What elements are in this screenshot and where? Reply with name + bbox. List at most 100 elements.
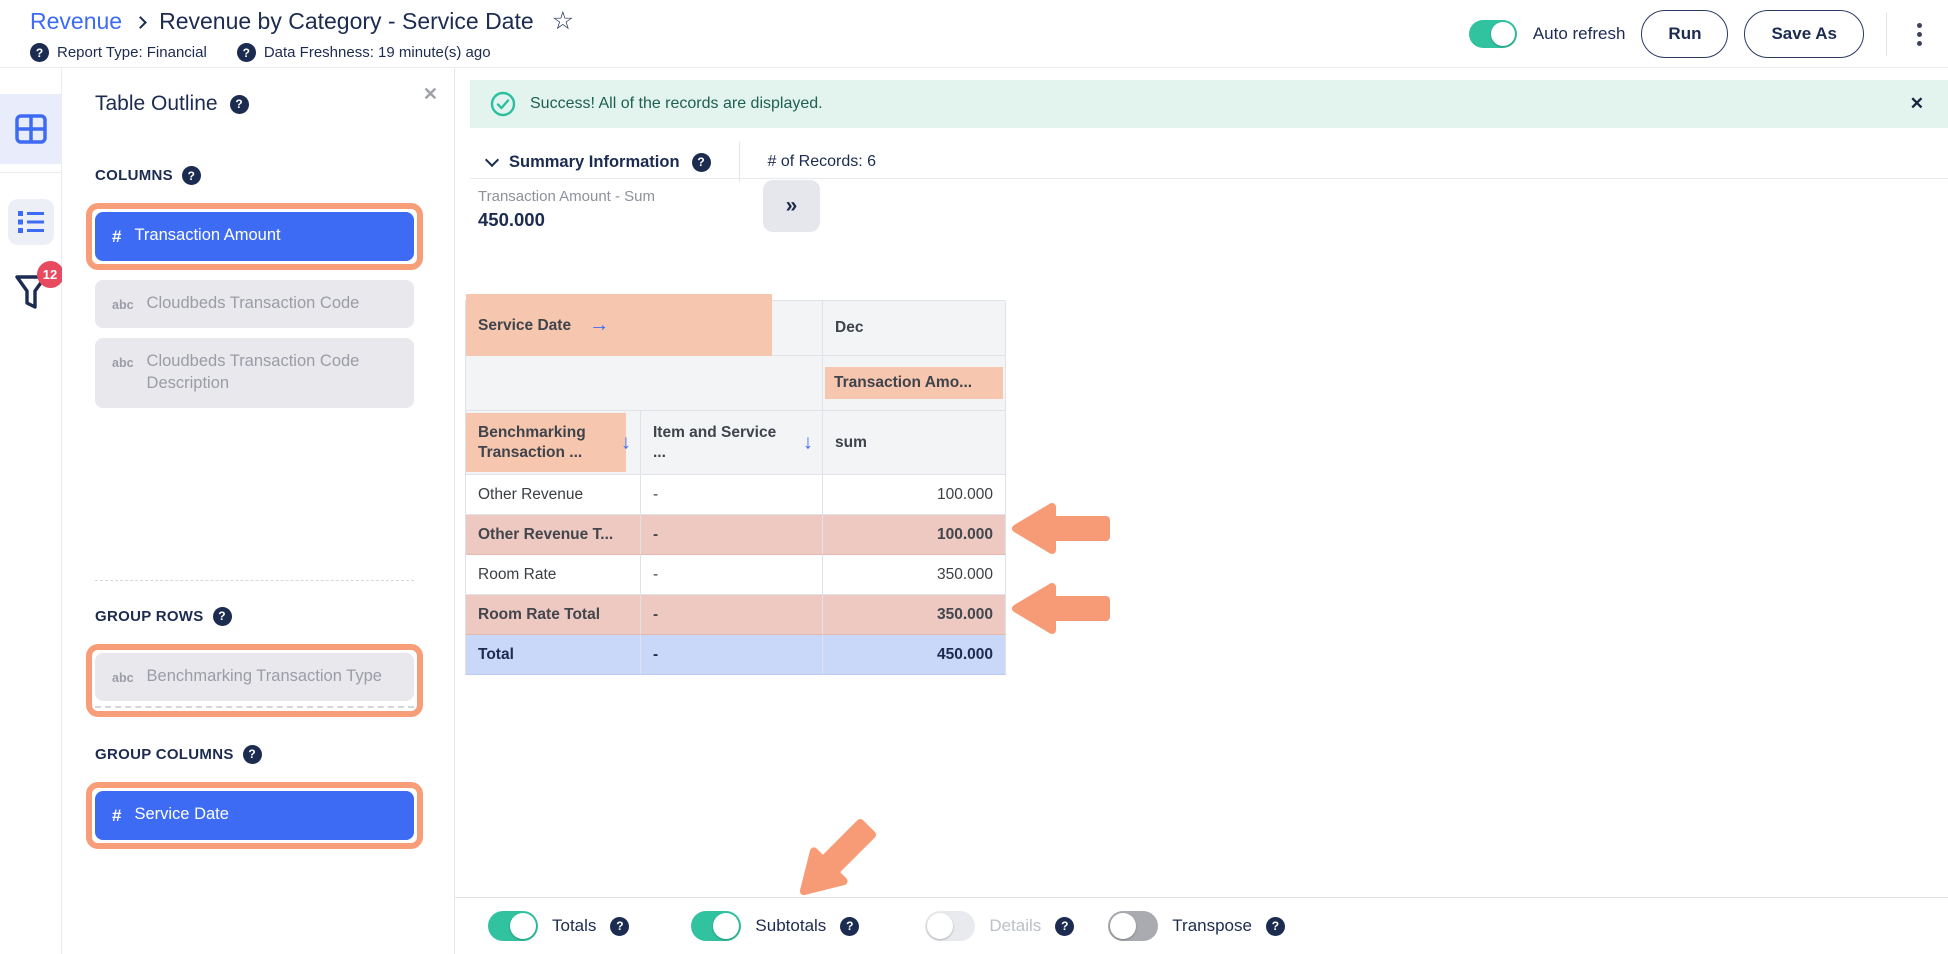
nav-filters-button[interactable]: 12 <box>14 273 48 318</box>
summary-information-title: Summary Information <box>509 153 680 172</box>
report-type-help-icon[interactable] <box>30 43 49 62</box>
data-freshness-label: Data Freshness: 19 minute(s) ago <box>264 44 491 61</box>
group-rows-help-icon[interactable] <box>213 607 232 626</box>
sort-descending-icon[interactable] <box>621 431 631 454</box>
save-as-button[interactable]: Save As <box>1744 10 1864 58</box>
subtotals-toggle[interactable] <box>691 911 741 941</box>
arrow-right-icon <box>589 314 609 337</box>
metric-label: Transaction Amount - Sum <box>478 188 655 205</box>
breadcrumb-revenue-link[interactable]: Revenue <box>30 8 122 35</box>
highlight-box-service-date: # Service Date <box>86 782 423 849</box>
data-freshness-help-icon[interactable] <box>237 43 256 62</box>
numeric-type-icon: # <box>112 226 121 248</box>
summary-metric: Transaction Amount - Sum 450.000 <box>478 188 655 231</box>
field-chip-benchmarking-transaction-type[interactable]: abc Benchmarking Transaction Type <box>95 653 414 701</box>
sort-descending-icon[interactable] <box>803 431 813 454</box>
details-help-icon[interactable] <box>1055 917 1074 936</box>
list-icon <box>17 210 45 234</box>
auto-refresh-toggle[interactable] <box>1469 20 1517 48</box>
row-item-cell: - <box>641 595 823 635</box>
favorite-star-icon[interactable] <box>552 9 574 34</box>
header-divider <box>1886 12 1887 56</box>
transpose-toggle[interactable] <box>1108 911 1158 941</box>
panel-title: Table Outline <box>95 92 218 116</box>
field-chip-label: Transaction Amount <box>134 225 280 247</box>
service-date-axis-highlight: Service Date <box>466 294 772 357</box>
run-button[interactable]: Run <box>1641 10 1728 58</box>
columns-help-icon[interactable] <box>182 166 201 185</box>
row-item-cell: - <box>641 515 823 555</box>
rail-divider <box>0 172 61 173</box>
table-outline-help-icon[interactable] <box>230 95 249 114</box>
empty-header-cell <box>466 356 823 411</box>
row-group-header-item-service[interactable]: Item and Service ... <box>641 411 823 475</box>
filter-count-badge: 12 <box>37 261 64 288</box>
totals-help-icon[interactable] <box>610 917 629 936</box>
more-options-button[interactable] <box>1909 17 1930 52</box>
report-meta-row: Report Type: Financial Data Freshness: 1… <box>30 43 491 62</box>
pivot-table: Service Date Dec Transaction Amo... Benc… <box>465 300 1005 675</box>
details-toggle[interactable] <box>925 911 975 941</box>
table-options-footer: Totals Subtotals Details Transpose <box>455 897 1948 954</box>
row-name-cell: Total <box>466 635 641 675</box>
totals-toggle[interactable] <box>488 911 538 941</box>
report-type-label: Report Type: Financial <box>57 44 207 61</box>
panel-close-icon[interactable] <box>423 84 438 105</box>
text-type-icon: abc <box>112 670 134 687</box>
totals-label: Totals <box>552 916 596 936</box>
details-toggle-group: Details <box>925 911 1074 941</box>
breadcrumb-chevron-icon <box>134 16 147 29</box>
row-value-cell: 350.000 <box>823 595 1006 635</box>
header-actions: Auto refresh Run Save As <box>1469 0 1930 68</box>
row-item-cell: - <box>641 635 823 675</box>
panel-dashed-divider <box>95 580 414 581</box>
numeric-type-icon: # <box>112 805 121 827</box>
field-chip-cloudbeds-transaction-code[interactable]: abc Cloudbeds Transaction Code <box>95 280 414 328</box>
nav-table-view-button[interactable] <box>0 94 62 164</box>
subtotals-help-icon[interactable] <box>840 917 859 936</box>
summary-divider <box>739 142 740 182</box>
row-value-cell: 100.000 <box>823 515 1006 555</box>
transpose-label: Transpose <box>1172 916 1252 936</box>
table-grid-icon <box>15 114 47 144</box>
row-name-cell: Room Rate <box>466 555 641 595</box>
nav-outline-button[interactable] <box>8 199 54 245</box>
group-columns-help-icon[interactable] <box>243 745 262 764</box>
top-bar: Revenue Revenue by Category - Service Da… <box>0 0 1948 68</box>
field-chip-transaction-amount[interactable]: # Transaction Amount <box>95 212 414 261</box>
left-icon-rail: 12 <box>0 68 62 954</box>
records-count-label: # of Records: 6 <box>768 153 877 171</box>
column-axis-label: Service Date <box>478 317 571 335</box>
totals-toggle-group: Totals <box>488 911 629 941</box>
group-rows-section-label: GROUP ROWS <box>95 607 414 626</box>
aggregation-header-cell: sum <box>823 411 1006 475</box>
expand-summary-button[interactable] <box>763 180 820 232</box>
row-group-header-benchmarking[interactable]: Benchmarking Transaction ... <box>466 411 641 475</box>
table-outline-panel: Table Outline COLUMNS # Transaction Amou… <box>62 68 455 954</box>
field-chip-cloudbeds-transaction-code-description[interactable]: abc Cloudbeds Transaction Code Descripti… <box>95 338 414 408</box>
row-item-cell: - <box>641 555 823 595</box>
highlight-box-transaction-amount: # Transaction Amount <box>86 203 423 270</box>
row-name-cell: Other Revenue <box>466 475 641 515</box>
success-message: Success! All of the records are displaye… <box>530 95 823 113</box>
subtotals-toggle-group: Subtotals <box>691 911 859 941</box>
annotation-arrow-left-icon <box>1010 580 1112 637</box>
collapse-chevron-icon[interactable] <box>485 153 499 167</box>
details-label: Details <box>989 916 1041 936</box>
field-chip-label: Benchmarking Transaction Type <box>147 666 382 688</box>
period-header-cell: Dec <box>823 301 1006 356</box>
transpose-help-icon[interactable] <box>1266 917 1285 936</box>
text-type-icon: abc <box>112 297 134 314</box>
field-chip-label: Cloudbeds Transaction Code Description <box>147 351 397 395</box>
success-check-icon <box>490 91 516 117</box>
annotation-arrow-left-icon <box>1010 500 1112 557</box>
row-value-cell: 450.000 <box>823 635 1006 675</box>
highlight-box-benchmarking-transaction-type: abc Benchmarking Transaction Type <box>86 644 423 717</box>
row-name-cell: Room Rate Total <box>466 595 641 635</box>
field-chip-label: Cloudbeds Transaction Code <box>147 293 360 315</box>
success-banner: Success! All of the records are displaye… <box>470 80 1948 128</box>
field-chip-service-date[interactable]: # Service Date <box>95 791 414 840</box>
benchmarking-header-highlight: Benchmarking Transaction ... <box>466 413 626 472</box>
banner-close-icon[interactable] <box>1910 94 1924 114</box>
summary-help-icon[interactable] <box>692 153 711 172</box>
